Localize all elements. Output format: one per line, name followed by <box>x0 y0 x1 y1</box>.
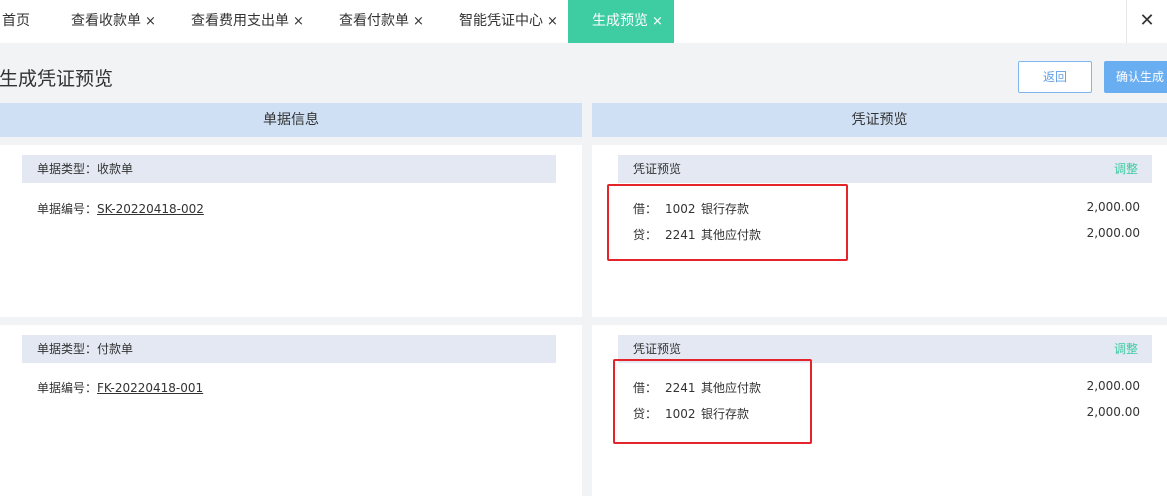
tab-bar: 首页 查看收款单 × 查看费用支出单 × 查看付款单 × 智能凭证中心 × 生成预览 × … <box>0 0 1167 43</box>
document-card: 单据类型：收款单 单据编号：SK-20220418-002 <box>0 145 582 317</box>
voucher-title-bar: 凭证预览 调整 <box>618 155 1152 183</box>
tab-label: 首页 <box>2 13 30 29</box>
document-info-header: 单据信息 <box>0 103 582 137</box>
document-type-bar: 单据类型：收款单 <box>22 155 556 183</box>
document-number: 单据编号：SK-20220418-002 <box>37 200 204 217</box>
close-icon[interactable]: × <box>413 14 424 29</box>
tab-voucher-center[interactable]: 智能凭证中心 × <box>459 0 558 43</box>
voucher-title: 凭证预览 <box>633 162 682 176</box>
entry-amount: 2,000.00 <box>1086 226 1140 240</box>
close-all-tabs-icon[interactable]: ✕ <box>1126 0 1167 43</box>
tab-label: 生成预览 <box>592 13 648 29</box>
adjust-button[interactable]: 调整 <box>1114 335 1138 363</box>
tab-view-receipt[interactable]: 查看收款单 × <box>71 0 156 43</box>
close-icon[interactable]: × <box>293 14 304 29</box>
highlight-box <box>613 359 812 444</box>
tab-label: 查看收款单 <box>71 13 141 29</box>
document-number: 单据编号：FK-20220418-001 <box>37 379 203 396</box>
page-title: 生成凭证预览 <box>0 68 114 90</box>
tab-generate-preview[interactable]: 生成预览 × <box>568 0 674 43</box>
document-card: 单据类型：付款单 单据编号：FK-20220418-001 <box>0 325 582 496</box>
close-icon[interactable]: × <box>145 14 156 29</box>
tab-label: 查看付款单 <box>339 13 409 29</box>
close-icon[interactable]: × <box>547 14 558 29</box>
highlight-box <box>607 184 848 261</box>
tab-view-expense[interactable]: 查看费用支出单 × <box>191 0 304 43</box>
voucher-title: 凭证预览 <box>633 342 682 356</box>
entry-amount: 2,000.00 <box>1086 200 1140 214</box>
document-type-bar: 单据类型：付款单 <box>22 335 556 363</box>
voucher-preview-header: 凭证预览 <box>592 103 1167 137</box>
confirm-generate-button[interactable]: 确认生成 <box>1104 61 1167 93</box>
entry-amount: 2,000.00 <box>1086 379 1140 393</box>
document-number-link[interactable]: FK-20220418-001 <box>97 381 203 395</box>
document-number-label: 单据编号： <box>37 381 98 395</box>
back-button[interactable]: 返回 <box>1018 61 1092 93</box>
tab-label: 查看费用支出单 <box>191 13 289 29</box>
entry-amount: 2,000.00 <box>1086 405 1140 419</box>
document-number-label: 单据编号： <box>37 202 98 216</box>
tab-label: 智能凭证中心 <box>459 13 543 29</box>
tab-view-payment[interactable]: 查看付款单 × <box>339 0 424 43</box>
tab-home[interactable]: 首页 <box>2 0 30 43</box>
document-number-link[interactable]: SK-20220418-002 <box>97 202 204 216</box>
close-icon[interactable]: × <box>652 14 663 29</box>
adjust-button[interactable]: 调整 <box>1114 155 1138 183</box>
